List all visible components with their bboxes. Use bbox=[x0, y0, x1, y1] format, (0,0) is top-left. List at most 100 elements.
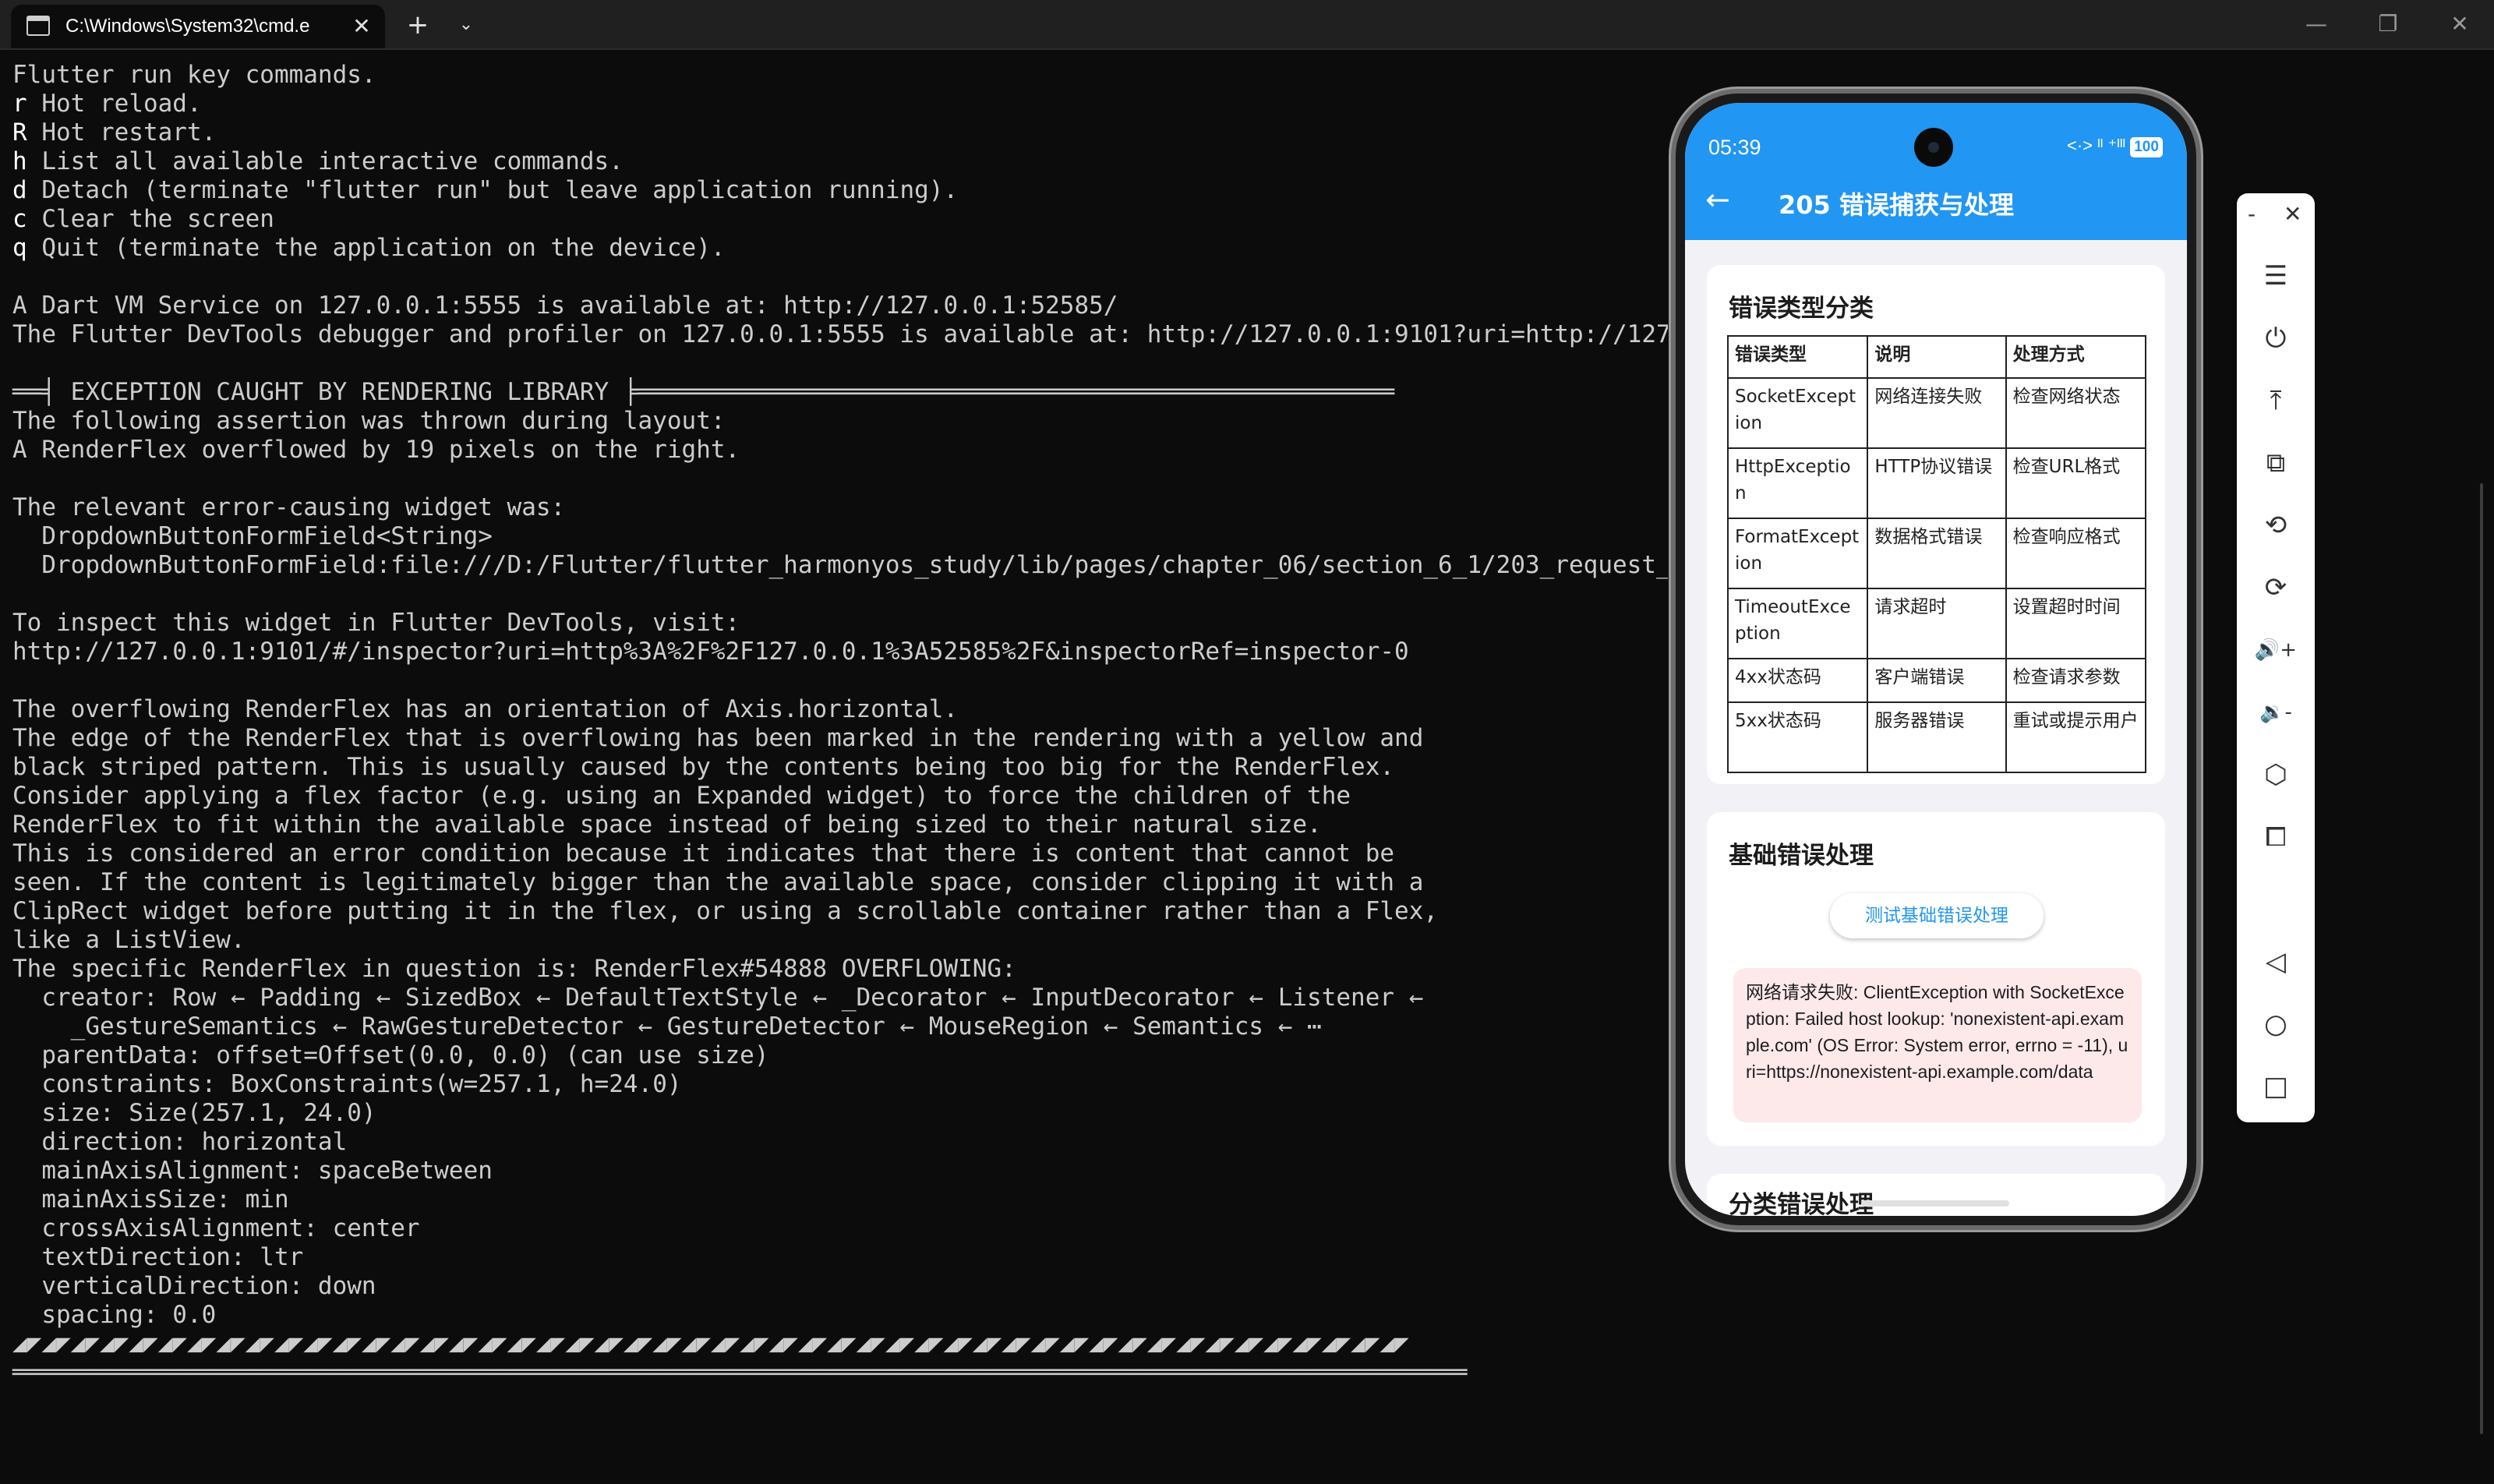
table-cell: 客户端错误 bbox=[1867, 658, 2007, 703]
table-cell: 检查网络状态 bbox=[2005, 377, 2147, 449]
console-line: A RenderFlex overflowed by 19 pixels on … bbox=[12, 436, 740, 464]
console-line: size: Size(257.1, 24.0) bbox=[12, 1099, 376, 1127]
console-line: _GestureSemantics ← RawGestureDetector ←… bbox=[12, 1012, 1322, 1041]
console-line: R Hot restart. bbox=[12, 118, 217, 147]
console-line: The relevant error-causing widget was: bbox=[12, 493, 566, 521]
maximize-button[interactable]: ❐ bbox=[2351, 0, 2425, 48]
table-row: TimeoutException 请求超时 设置超时时间 bbox=[1726, 588, 2147, 659]
console-line: h List all available interactive command… bbox=[12, 147, 624, 175]
tab-dropdown-button[interactable]: ⌄ bbox=[447, 8, 485, 42]
crop-icon[interactable]: ⧉ bbox=[2237, 440, 2315, 486]
console-line: This is considered an error condition be… bbox=[12, 839, 1395, 867]
console-line: Consider applying a flex factor (e.g. us… bbox=[12, 782, 1351, 810]
console-line: The following assertion was thrown durin… bbox=[12, 407, 726, 435]
console-line: ══╡ EXCEPTION CAUGHT BY RENDERING LIBRAR… bbox=[12, 378, 1395, 406]
rotate-left-icon[interactable]: ⟲ bbox=[2237, 502, 2315, 549]
table-cell: 5xx状态码 bbox=[1726, 701, 1869, 773]
error-type-table: 错误类型 说明 处理方式 SocketException 网络连接失败 检查网络… bbox=[1726, 335, 2147, 773]
console-line: The Flutter DevTools debugger and profil… bbox=[12, 320, 1668, 348]
menu-icon[interactable]: ☰ bbox=[2237, 253, 2315, 299]
error-message-box: 网络请求失败: ClientException with SocketExcep… bbox=[1733, 968, 2142, 1122]
front-camera bbox=[1914, 128, 1953, 167]
table-cell: FormatException bbox=[1726, 518, 1869, 589]
rotate-right-icon[interactable]: ⟳ bbox=[2237, 564, 2315, 611]
new-tab-button[interactable]: + bbox=[399, 8, 436, 42]
back-arrow-icon[interactable]: ← bbox=[1705, 184, 1730, 215]
table-row: 5xx状态码 服务器错误 重试或提示用户 bbox=[1726, 701, 2147, 773]
console-line: constraints: BoxConstraints(w=257.1, h=2… bbox=[12, 1070, 682, 1098]
battery-icon: 100 bbox=[2130, 137, 2163, 157]
table-cell: 重试或提示用户 bbox=[2005, 701, 2147, 773]
status-icons: <·> ᴵᴵ ⁺ᴵᴵᴵ 100 bbox=[2067, 136, 2163, 157]
console-line: spacing: 0.0 bbox=[12, 1301, 217, 1329]
top-icon[interactable]: ⤒ bbox=[2237, 377, 2315, 424]
console-line: RenderFlex to fit within the available s… bbox=[12, 811, 1322, 839]
table-cell: HttpException bbox=[1726, 447, 1869, 519]
console-line: ClipRect widget before putting it in the… bbox=[12, 897, 1439, 925]
table-cell: 检查响应格式 bbox=[2005, 518, 2147, 589]
toolbar-close-button[interactable]: ✕ bbox=[2284, 201, 2301, 227]
table-cell: 服务器错误 bbox=[1867, 701, 2007, 773]
table-header: 错误类型 bbox=[1726, 335, 1869, 379]
console-scrollbar[interactable] bbox=[2480, 483, 2483, 1434]
console-line: http://127.0.0.1:9101/#/inspector?uri=ht… bbox=[12, 638, 1409, 666]
recents-nav-icon[interactable]: □ bbox=[2237, 1063, 2315, 1110]
tab-close-icon[interactable]: ✕ bbox=[346, 11, 377, 42]
multi-device-icon[interactable]: ⧠ bbox=[2237, 814, 2315, 860]
shake-icon[interactable]: ⬡ bbox=[2237, 751, 2315, 798]
card-title: 基础错误处理 bbox=[1729, 842, 1874, 870]
table-cell: 4xx状态码 bbox=[1726, 658, 1869, 703]
console-line: creator: Row ← Padding ← SizedBox ← Defa… bbox=[12, 984, 1424, 1012]
classified-error-card: 分类错误处理 bbox=[1707, 1174, 2165, 1216]
close-window-button[interactable]: ✕ bbox=[2422, 0, 2494, 48]
table-row: SocketException 网络连接失败 检查网络状态 bbox=[1726, 377, 2147, 449]
window-titlebar: C:\Windows\System32\cmd.e ✕ + ⌄ — ❐ ✕ bbox=[0, 0, 2494, 50]
table-cell: 检查URL格式 bbox=[2005, 447, 2147, 519]
cmd-icon bbox=[26, 16, 50, 36]
console-line: The overflowing RenderFlex has an orient… bbox=[12, 695, 959, 723]
console-line: Flutter run key commands. bbox=[12, 61, 376, 89]
console-line: ◢◤◢◤◢◤◢◤◢◤◢◤◢◤◢◤◢◤◢◤◢◤◢◤◢◤◢◤◢◤◢◤◢◤◢◤◢◤◢◤… bbox=[12, 1330, 1409, 1358]
test-basic-error-button[interactable]: 测试基础错误处理 bbox=[1830, 893, 2044, 938]
minimize-button[interactable]: — bbox=[2279, 0, 2354, 48]
console-line: like a ListView. bbox=[12, 926, 246, 954]
console-output[interactable]: Flutter run key commands. r Hot reload. R … bbox=[0, 50, 1668, 1484]
console-text: Flutter run key commands. r Hot reload. R … bbox=[0, 50, 1668, 1387]
console-line: The specific RenderFlex in question is: … bbox=[12, 955, 1016, 983]
home-nav-icon[interactable]: ○ bbox=[2237, 1001, 2315, 1048]
tab-title: C:\Windows\System32\cmd.e bbox=[65, 16, 310, 37]
console-line: direction: horizontal bbox=[12, 1128, 348, 1156]
basic-error-card: 基础错误处理 测试基础错误处理 网络请求失败: ClientException … bbox=[1707, 812, 2165, 1146]
volume-down-icon[interactable]: 🔉- bbox=[2237, 689, 2315, 736]
console-line: The edge of the RenderFlex that is overf… bbox=[12, 724, 1424, 752]
emulator-toolbar: - ✕ ☰ ⏻ ⤒ ⧉ ⟲ ⟳ 🔊+ 🔉- ⬡ ⧠ ◁ ○ □ bbox=[2237, 193, 2315, 1122]
table-cell: HTTP协议错误 bbox=[1867, 447, 2007, 519]
console-line: seen. If the content is legitimately big… bbox=[12, 868, 1424, 896]
power-icon[interactable]: ⏻ bbox=[2237, 315, 2315, 362]
console-line: DropdownButtonFormField:file:///D:/Flutt… bbox=[41, 551, 1668, 579]
phone-screen[interactable]: 05:39 <·> ᴵᴵ ⁺ᴵᴵᴵ 100 ← 205 错误捕获与处理 错误类型分… bbox=[1685, 103, 2187, 1216]
toolbar-minimize-button[interactable]: - bbox=[2248, 201, 2256, 227]
console-line: crossAxisAlignment: center bbox=[12, 1214, 420, 1242]
console-line: A Dart VM Service on 127.0.0.1:5555 is a… bbox=[12, 292, 1118, 320]
table-header-row: 错误类型 说明 处理方式 bbox=[1726, 335, 2147, 379]
table-cell: 网络连接失败 bbox=[1867, 377, 2007, 449]
table-cell: 请求超时 bbox=[1867, 588, 2007, 659]
back-nav-icon[interactable]: ◁ bbox=[2237, 938, 2315, 985]
table-row: FormatException 数据格式错误 检查响应格式 bbox=[1726, 518, 2147, 589]
terminal-tab[interactable]: C:\Windows\System32\cmd.e ✕ bbox=[11, 5, 385, 48]
table-row: HttpException HTTP协议错误 检查URL格式 bbox=[1726, 447, 2147, 519]
console-line: DropdownButtonFormField<String> bbox=[12, 522, 493, 550]
app-bar: 05:39 <·> ᴵᴵ ⁺ᴵᴵᴵ 100 ← 205 错误捕获与处理 bbox=[1685, 103, 2187, 240]
console-line: parentData: offset=Offset(0.0, 0.0) (can… bbox=[12, 1041, 769, 1069]
console-line: q Quit (terminate the application on the… bbox=[12, 234, 726, 262]
console-line: mainAxisAlignment: spaceBetween bbox=[12, 1157, 493, 1185]
console-line: black striped pattern. This is usually c… bbox=[12, 753, 1395, 781]
console-line: c Clear the screen bbox=[12, 205, 274, 233]
volume-up-icon[interactable]: 🔊+ bbox=[2237, 627, 2315, 673]
